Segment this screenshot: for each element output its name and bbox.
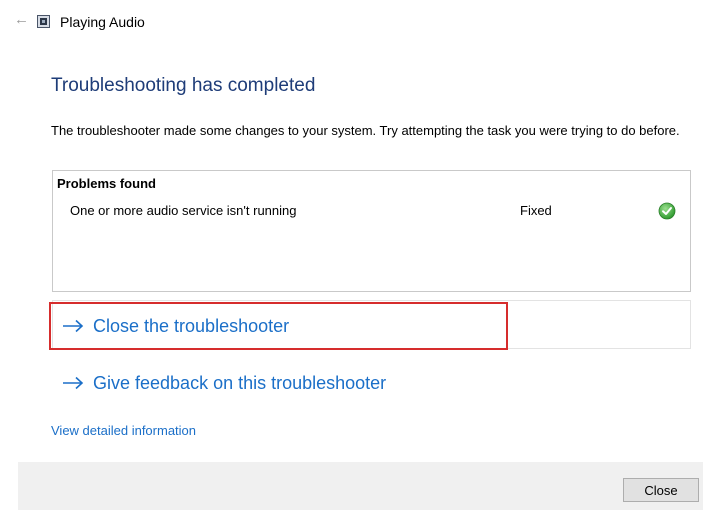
view-detailed-information-link[interactable]: View detailed information <box>51 422 196 439</box>
problems-found-panel: Problems found One or more audio service… <box>52 170 691 292</box>
give-feedback-link[interactable]: Give feedback on this troubleshooter <box>62 372 386 394</box>
page-title: Troubleshooting has completed <box>51 75 316 96</box>
close-button[interactable]: Close <box>623 478 699 502</box>
checkmark-icon <box>658 202 676 220</box>
window-title: Playing Audio <box>60 14 145 30</box>
problem-description: One or more audio service isn't running <box>70 203 297 218</box>
troubleshooter-icon <box>37 15 50 28</box>
problem-status: Fixed <box>520 203 552 218</box>
title-bar: ← Playing Audio <box>0 0 721 44</box>
footer-bar <box>18 462 703 510</box>
close-troubleshooter-label: Close the troubleshooter <box>93 316 290 336</box>
close-troubleshooter-link[interactable]: Close the troubleshooter <box>62 315 289 337</box>
arrow-right-icon <box>63 319 84 333</box>
arrow-right-icon <box>63 376 84 390</box>
description-text: The troubleshooter made some changes to … <box>51 123 680 138</box>
give-feedback-label: Give feedback on this troubleshooter <box>93 373 387 393</box>
problems-header: Problems found <box>57 176 156 191</box>
back-arrow-icon[interactable]: ← <box>14 10 29 30</box>
